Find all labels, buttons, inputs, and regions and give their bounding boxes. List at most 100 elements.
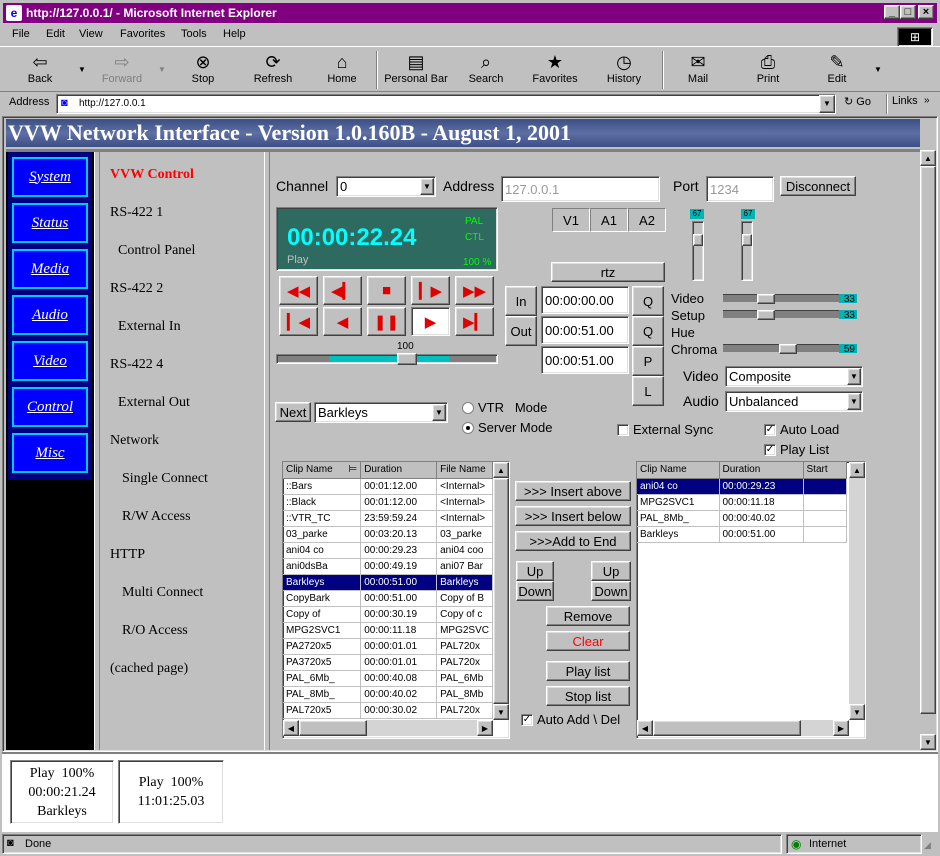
stop-button[interactable]: ⊗ Stop [182,51,224,91]
add-to-end-button[interactable]: >>>Add to End [515,531,631,551]
channel-dropdown-icon[interactable]: ▼ [420,178,434,195]
track-a2-button[interactable]: A2 [628,208,666,232]
subnav-rs422-4[interactable]: RS-422 4 [110,357,163,373]
nav-control[interactable]: Control [12,387,88,427]
table-row[interactable]: ani04 co 00:00:29.23 ani04 coo [283,542,493,559]
edit-dropdown-icon[interactable]: ▼ [874,65,882,74]
subnav-multi-connect[interactable]: Multi Connect [122,585,203,601]
table-row[interactable]: Copy of 00:00:30.19 Copy of c [283,606,493,623]
table-row[interactable]: 03_parke 00:03:20.13 03_parke [283,526,493,543]
table-row[interactable]: ::VTR_TC 23:59:59.24 <Internal> [283,510,493,527]
duration-timecode-field[interactable]: 00:00:51.00 [541,346,629,374]
print-button[interactable]: ⎙ Print [748,51,788,91]
out-timecode-field[interactable]: 00:00:51.00 [541,316,629,344]
subnav-cached-page[interactable]: (cached page) [110,661,188,677]
refresh-button[interactable]: ⟳ Refresh [248,51,298,91]
mark-out-button[interactable]: Out [505,316,537,346]
menu-edit[interactable]: Edit [46,28,65,40]
video-dropdown-icon[interactable]: ▼ [847,368,861,385]
clip-scroll-left-icon[interactable]: ◀ [283,720,299,736]
playlist-row[interactable]: PAL_8Mb_ 00:00:40.02 [637,510,847,527]
search-button[interactable]: ⌕ Search [464,51,508,91]
frame-divider[interactable] [264,152,270,750]
playlist[interactable]: Clip Name Duration Start ani04 co 00:00:2… [636,461,866,739]
personal-bar-button[interactable]: ▤ Personal Bar [382,51,450,91]
cue-in-button[interactable]: Q [632,286,664,316]
clip-scroll-right-icon[interactable]: ▶ [477,720,493,736]
rtz-button[interactable]: rtz [551,262,665,282]
clip-list-hscrollbar[interactable]: ◀ ▶ [283,720,493,736]
reverse-play-button[interactable]: ◀ [323,307,362,336]
mark-in-button[interactable]: In [505,286,537,316]
channel-select[interactable]: 0 ▼ [336,176,436,197]
subnav-rs422-1[interactable]: RS-422 1 [110,205,163,221]
playlist-col-start[interactable]: Start [803,462,847,479]
rewind-button[interactable]: ◀◀ [279,276,318,305]
playlist-scroll-left-icon[interactable]: ◀ [637,720,653,736]
subnav-network[interactable]: Network [110,433,159,449]
proc-chroma-slider[interactable] [723,344,839,354]
clip-list-scrollbar[interactable]: ▲ ▼ [493,462,509,720]
back-dropdown-icon[interactable]: ▼ [78,65,86,74]
nav-system[interactable]: System [12,157,88,197]
edit-button[interactable]: ✎ Edit [818,51,856,91]
port-field[interactable]: 1234 [706,176,774,202]
clip-down-button[interactable]: Down [516,581,554,601]
playlist-col-duration[interactable]: Duration [719,462,804,479]
clip-hscroll-thumb[interactable] [299,720,367,736]
back-button[interactable]: ⇦ Back [18,51,62,91]
frame-divider[interactable] [94,152,100,750]
nav-video[interactable]: Video [12,341,88,381]
address-field[interactable]: 127.0.0.1 [501,176,660,202]
external-sync-checkbox[interactable] [617,424,629,436]
address-input[interactable]: ◙ http://127.0.0.1 ▼ [56,94,836,114]
menu-view[interactable]: View [79,28,103,40]
subnav-ro-access[interactable]: R/O Access [122,623,188,639]
clip-scroll-up-icon[interactable]: ▲ [493,462,509,478]
page-scrollbar[interactable]: ▲ ▼ [920,150,936,750]
menu-favorites[interactable]: Favorites [120,28,165,40]
nav-misc[interactable]: Misc [12,433,88,473]
audio-fader-1[interactable] [692,221,704,281]
clip-col-name[interactable]: Clip Name ⊨ [283,462,362,479]
mail-button[interactable]: ✉ Mail [680,51,716,91]
video-input-select[interactable]: Composite ▼ [725,366,863,387]
scroll-up-icon[interactable]: ▲ [920,150,936,166]
cue-out-button[interactable]: Q [632,316,664,346]
server-mode-radio[interactable] [462,422,474,434]
links-button[interactable]: Links [892,95,918,107]
remove-button[interactable]: Remove [546,606,630,626]
stop-list-button[interactable]: Stop list [546,686,630,706]
play-list-button[interactable]: Play list [546,661,630,681]
clip-col-duration[interactable]: Duration [360,462,438,479]
table-row[interactable]: ::Bars 00:01:12.00 <Internal> [283,478,493,495]
proc-video-slider[interactable] [723,294,839,304]
audio-input-select[interactable]: Unbalanced ▼ [725,391,863,412]
subnav-external-out[interactable]: External Out [118,395,190,411]
table-row[interactable]: PAL720x5 00:00:30.02 PAL720x [283,702,493,719]
track-v1-button[interactable]: V1 [552,208,590,232]
playlist-hscroll-thumb[interactable] [653,720,801,736]
close-button[interactable]: × [918,5,934,19]
subnav-http[interactable]: HTTP [110,547,145,563]
playlist-col-name[interactable]: Clip Name [637,462,720,479]
step-back-button[interactable]: ◀▎ [323,276,362,305]
subnav-rs422-2[interactable]: RS-422 2 [110,281,163,297]
in-timecode-field[interactable]: 00:00:00.00 [541,286,629,314]
page-scroll-thumb[interactable] [920,166,936,714]
loop-button[interactable]: L [632,376,664,406]
clip-col-file[interactable]: File Name [436,462,493,479]
audio-dropdown-icon[interactable]: ▼ [847,393,861,410]
play-list-checkbox[interactable]: ✓ [764,444,776,456]
clip-list[interactable]: Clip Name ⊨ Duration File Name ::Bars 00:0… [282,461,510,739]
insert-below-button[interactable]: >>> Insert below [515,506,631,526]
forward-button[interactable]: ⇨ Forward [96,51,148,91]
menu-file[interactable]: File [12,28,30,40]
clip-dropdown-icon[interactable]: ▼ [432,404,446,421]
menu-tools[interactable]: Tools [181,28,207,40]
go-to-start-button[interactable]: ▎◀ [279,307,318,336]
table-row[interactable]: PA3720x5 00:00:01.01 PAL720x [283,654,493,671]
maximize-button[interactable]: □ [900,5,916,19]
playlist-scroll-up-icon[interactable]: ▲ [849,462,865,478]
playlist-row[interactable]: Barkleys 00:00:51.00 [637,526,847,543]
